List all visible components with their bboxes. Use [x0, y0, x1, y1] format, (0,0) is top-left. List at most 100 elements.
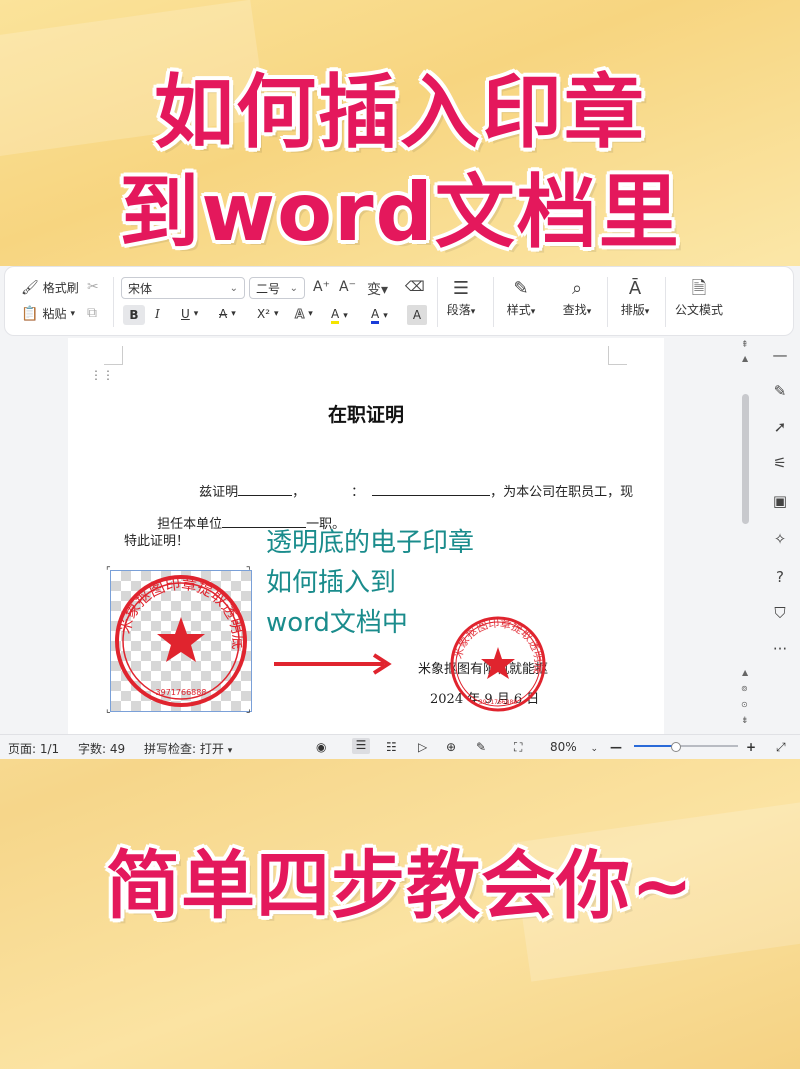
vertical-scrollbar[interactable]: ⇞ ▲ ▲ ⊚ ⊙ ⇟ [740, 338, 752, 734]
spell-check-label: 拼写检查: 打开 [144, 742, 224, 756]
arrow-icon [274, 653, 392, 675]
superscript-button[interactable]: X² ▾ [257, 307, 279, 321]
cut-button[interactable]: ✂ [87, 279, 99, 295]
shrink-font-icon: A⁻ [339, 279, 356, 295]
outline-view-icon[interactable]: ☷ [386, 740, 397, 754]
char-shading-icon: A [412, 308, 422, 322]
highlight-button[interactable]: A ▾ [331, 307, 348, 324]
web-view-icon[interactable]: ⊕ [446, 740, 456, 754]
image-tools-icon[interactable]: ▣ [770, 492, 790, 510]
page-view-icon[interactable]: ☰ [352, 738, 370, 754]
strikethrough-icon: A [219, 307, 228, 321]
scroll-page-down-icon[interactable]: ⊙ [741, 700, 748, 709]
superscript-icon: X² [257, 307, 271, 321]
collapse-icon[interactable]: — [770, 346, 790, 364]
selection-handle[interactable]: ⌞ [106, 704, 111, 715]
doc-paragraph-3[interactable]: 特此证明！ [124, 530, 189, 549]
font-size-value: 二号 [256, 281, 281, 296]
scroll-page-up-icon[interactable]: ⊚ [741, 684, 748, 693]
document-area: ⋮⋮ 在职证明 兹证明，：，为本公司在职员工，现 担任本单位 一职。 特此证明！ … [0, 338, 760, 734]
chevron-down-icon: ▾ [586, 307, 592, 317]
eye-icon[interactable]: ◉ [316, 740, 326, 754]
right-side-panel: — ✎ ➚ ⚟ ▣ ✧ ? ⛉ ··· [760, 338, 800, 734]
chevron-down-icon: ⌄ [229, 282, 238, 294]
strikethrough-button[interactable]: A ▾ [219, 307, 236, 321]
scroll-down-icon[interactable]: ⇟ [741, 716, 749, 726]
selection-handle[interactable]: ⌟ [246, 704, 251, 715]
grow-font-icon: A⁺ [313, 279, 330, 295]
zoom-select[interactable]: 80% ⌄ [550, 740, 598, 754]
clear-format-button[interactable]: ⌫ [405, 279, 425, 295]
fullscreen-icon[interactable]: ⤢ [776, 740, 786, 755]
word-app-window: 🖌 格式刷 ✂ 📋 粘贴 ▾ ⧉ 宋体 ⌄ 二号 ⌄ A⁺ A⁻ 变▾ ⌫ B [0, 266, 800, 759]
paragraph-icon: ☰ [452, 278, 470, 299]
magic-wand-icon[interactable]: ✧ [770, 530, 790, 548]
headline-line-2: 到word文档里 [119, 166, 681, 259]
play-icon[interactable]: ▷ [418, 740, 427, 754]
layout-button[interactable]: Ā 排版▾ [607, 277, 663, 318]
chevron-down-icon: ⌄ [590, 744, 599, 754]
document-page[interactable]: ⋮⋮ 在职证明 兹证明，：，为本公司在职员工，现 担任本单位 一职。 特此证明！ … [68, 338, 664, 734]
selection-handle[interactable]: ⌝ [246, 566, 251, 577]
shirt-icon[interactable]: ⛉ [770, 604, 790, 622]
drag-handle-icon[interactable]: ⋮⋮ [90, 369, 114, 381]
zoom-out-icon[interactable]: — [610, 740, 622, 754]
official-mode-button[interactable]: 🗎 公文模式 [667, 277, 731, 318]
paragraph-button[interactable]: ☰ 段落▾ [433, 277, 489, 318]
page-count[interactable]: 页面: 1/1 [8, 740, 59, 757]
official-mode-label: 公文模式 [674, 303, 723, 317]
zoom-in-icon[interactable]: + [746, 740, 756, 754]
shrink-font-button[interactable]: A⁻ [339, 279, 356, 295]
seal-graphic-placed[interactable]: 米象抠图印章提取透明底 3971766888 [448, 614, 548, 714]
transparent-stamp-image[interactable]: 米象抠图印章提取透明底 3971766888 [110, 570, 252, 712]
zoom-slider[interactable] [634, 742, 738, 752]
phonetic-button[interactable]: 变▾ [367, 279, 388, 299]
chevron-down-icon: ▾ [530, 307, 536, 317]
seal-number: 3971766888 [479, 699, 517, 706]
selection-handle[interactable]: ⌜ [106, 566, 111, 577]
spell-check-toggle[interactable]: 拼写检查: 打开 ▾ [144, 740, 232, 757]
help-icon[interactable]: ? [770, 568, 790, 586]
copy-button[interactable]: ⧉ [87, 305, 97, 321]
word-count[interactable]: 字数: 49 [78, 740, 125, 757]
scroll-up-icon[interactable]: ▲ [742, 354, 748, 363]
highlight-icon: A [331, 307, 340, 324]
styles-button[interactable]: ✎ 样式▾ [493, 277, 549, 318]
pen-icon[interactable]: ✎ [770, 382, 790, 400]
italic-button[interactable]: I [155, 307, 160, 321]
chevron-down-icon: ▾ [274, 309, 279, 319]
text-effect-icon: A [294, 307, 305, 322]
fit-page-icon[interactable]: ⛶ [514, 740, 522, 755]
status-bar: 页面: 1/1 字数: 49 拼写检查: 打开 ▾ ◉ ☰ ☷ ▷ ⊕ ✎ ⛶ … [0, 734, 800, 759]
more-icon[interactable]: ··· [770, 640, 790, 658]
font-color-button[interactable]: A ▾ [371, 307, 388, 324]
settings-sliders-icon[interactable]: ⚟ [770, 454, 790, 472]
scrollbar-thumb[interactable] [742, 394, 749, 524]
font-size-select[interactable]: 二号 ⌄ [249, 277, 305, 299]
underline-button[interactable]: U ▾ [181, 307, 198, 321]
grow-font-button[interactable]: A⁺ [313, 279, 330, 295]
char-shading-button[interactable]: A [407, 305, 427, 325]
clipboard-icon: 📋 [21, 305, 39, 322]
scroll-up-icon[interactable]: ⇞ [741, 340, 749, 350]
font-name-select[interactable]: 宋体 ⌄ [121, 277, 245, 299]
brush-icon: 🖌 [21, 279, 39, 296]
paste-button[interactable]: 📋 粘贴 ▾ [21, 305, 75, 322]
find-label: 查找 [562, 303, 587, 317]
cursor-icon[interactable]: ➚ [770, 418, 790, 436]
chevron-down-icon: ▾ [343, 310, 348, 321]
eraser-icon: ⌫ [405, 279, 425, 295]
document-title[interactable]: 在职证明 [68, 400, 664, 427]
text-effect-button[interactable]: A ▾ [294, 307, 312, 322]
styles-icon: ✎ [513, 278, 529, 299]
bold-button[interactable]: B [123, 305, 145, 325]
scroll-down-icon[interactable]: ▲ [742, 668, 748, 677]
bold-icon: B [129, 308, 139, 322]
find-button[interactable]: ⌕ 查找▾ [549, 277, 605, 318]
zoom-slider-knob[interactable] [671, 742, 681, 752]
pen-icon[interactable]: ✎ [476, 740, 486, 754]
zoom-value: 80% [550, 740, 577, 754]
format-painter-button[interactable]: 🖌 格式刷 [21, 279, 79, 296]
paste-label: 粘贴 [42, 307, 67, 321]
overlay-caption-3: word文档中 [266, 608, 408, 638]
